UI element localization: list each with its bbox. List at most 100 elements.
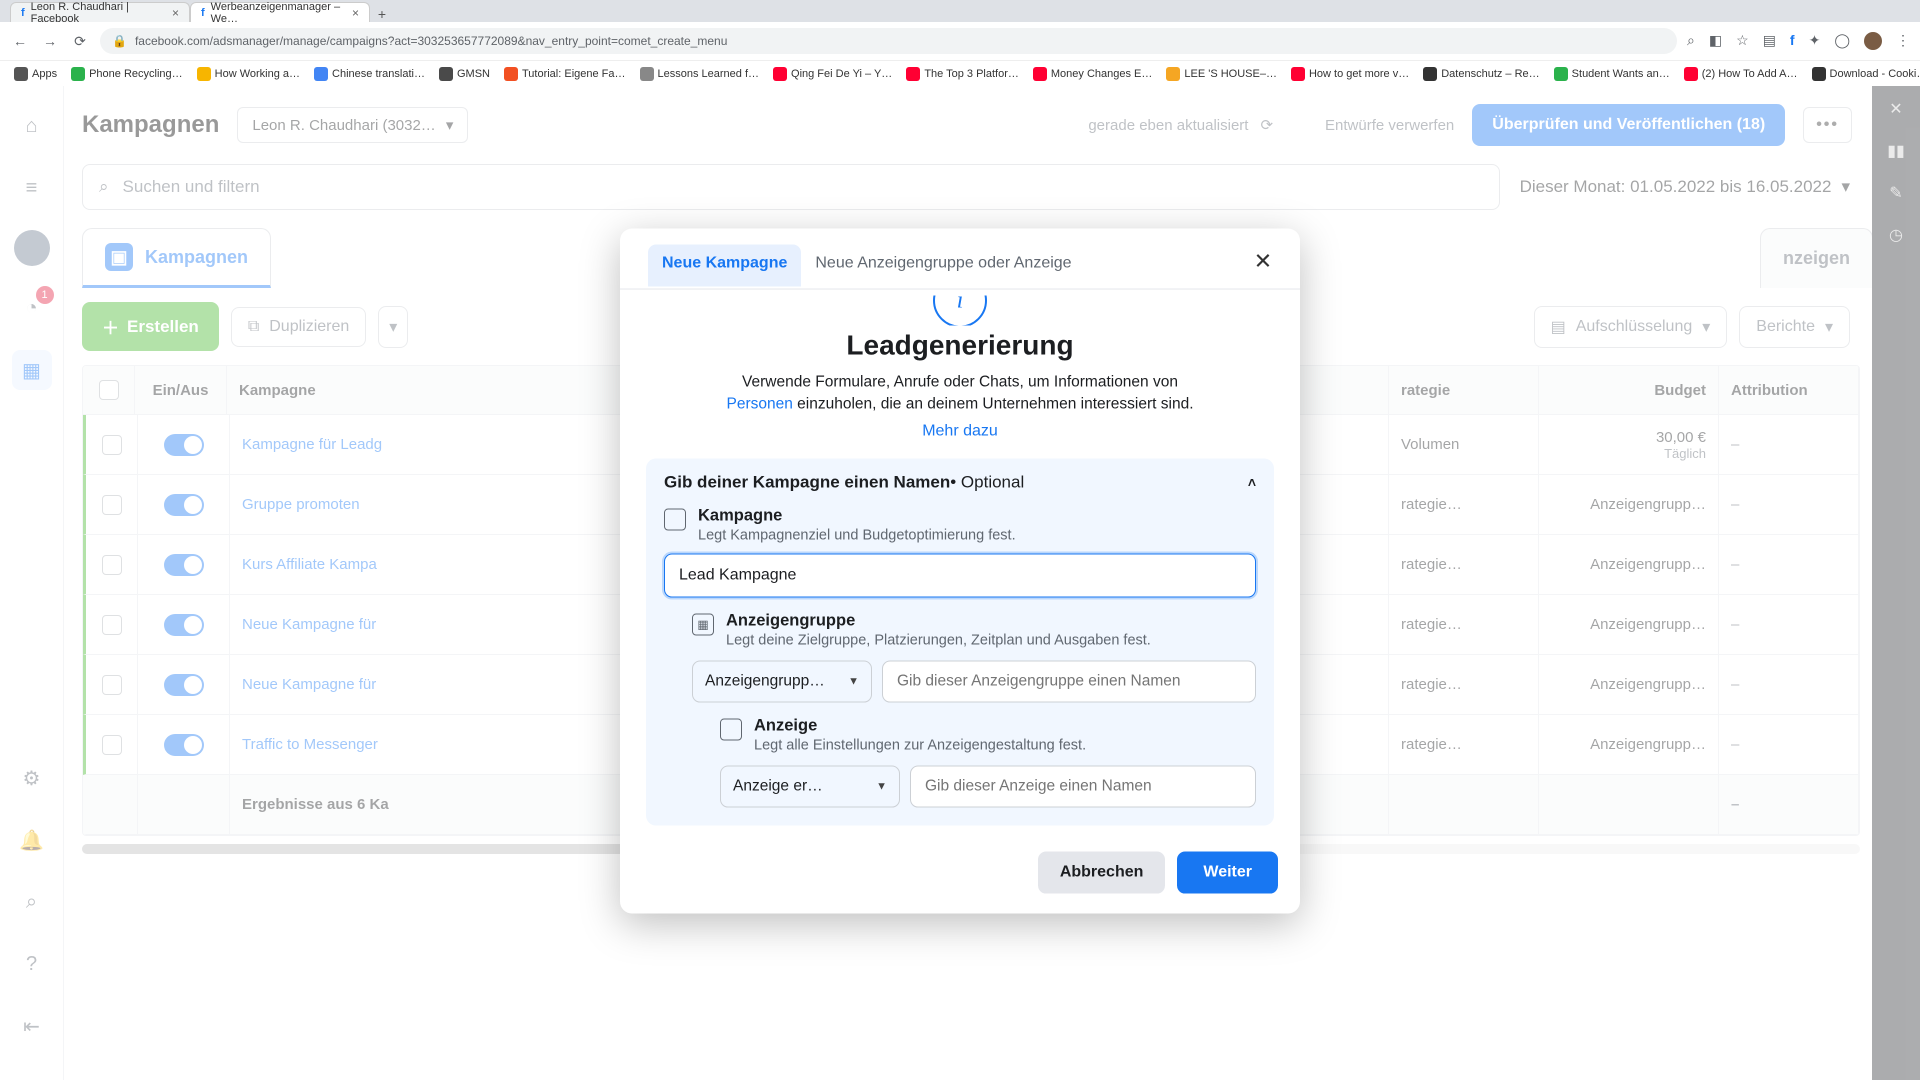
panel-title: Gib deiner Kampagne einen Namen bbox=[664, 472, 950, 492]
browser-tab[interactable]: f Leon R. Chaudhari | Facebook × bbox=[10, 2, 190, 22]
avatar-icon[interactable] bbox=[1864, 32, 1882, 50]
favicon bbox=[1684, 67, 1698, 81]
favicon bbox=[14, 67, 28, 81]
square-icon bbox=[720, 718, 742, 740]
bookmark-label: Qing Fei De Yi – Y… bbox=[791, 68, 892, 80]
bookmark-item[interactable]: How to get more v… bbox=[1291, 67, 1409, 81]
favicon bbox=[71, 67, 85, 81]
bookmark-item[interactable]: Student Wants an… bbox=[1554, 67, 1670, 81]
ad-select[interactable]: Anzeige er… ▼ bbox=[720, 765, 900, 807]
bookmark-item[interactable]: GMSN bbox=[439, 67, 490, 81]
section-title: Kampagne bbox=[698, 506, 1016, 525]
ad-section: Anzeige Legt alle Einstellungen zur Anze… bbox=[664, 716, 1256, 807]
facebook-icon: f bbox=[21, 7, 25, 19]
naming-panel: Gib deiner Kampagne einen Namen • Option… bbox=[646, 458, 1274, 825]
facebook-icon[interactable]: f bbox=[1790, 32, 1795, 50]
bookmark-item[interactable]: (2) How To Add A… bbox=[1684, 67, 1798, 81]
favicon bbox=[906, 67, 920, 81]
section-title: Anzeige bbox=[754, 716, 1086, 735]
bookmark-item[interactable]: Qing Fei De Yi – Y… bbox=[773, 67, 892, 81]
select-value: Anzeige er… bbox=[733, 777, 823, 795]
new-tab-button[interactable]: + bbox=[370, 6, 394, 22]
cancel-button[interactable]: Abbrechen bbox=[1038, 851, 1166, 893]
favicon bbox=[197, 67, 211, 81]
favicon bbox=[504, 67, 518, 81]
bookmark-label: Lessons Learned f… bbox=[658, 68, 760, 80]
folder-icon bbox=[664, 508, 686, 530]
modal-tab-new-adset[interactable]: Neue Anzeigengruppe oder Anzeige bbox=[801, 245, 1085, 287]
campaign-name-input[interactable] bbox=[664, 553, 1256, 597]
modal-description: Verwende Formulare, Anrufe oder Chats, u… bbox=[646, 372, 1274, 417]
favicon bbox=[439, 67, 453, 81]
bookmark-item[interactable]: Download - Cooki… bbox=[1812, 67, 1920, 81]
browser-action-icons: ⌕ ◧ ☆ ▤ f ✦ ◯ ⋮ bbox=[1687, 32, 1910, 50]
bookmark-item[interactable]: Lessons Learned f… bbox=[640, 67, 760, 81]
browser-tab-row: f Leon R. Chaudhari | Facebook × f Werbe… bbox=[0, 0, 1920, 22]
chevron-up-icon: ˄ bbox=[1248, 474, 1256, 490]
bookmark-label: Download - Cooki… bbox=[1830, 68, 1920, 80]
close-icon[interactable]: × bbox=[172, 6, 179, 20]
lock-icon: 🔒 bbox=[112, 34, 127, 48]
address-bar[interactable]: 🔒 facebook.com/adsmanager/manage/campaig… bbox=[100, 28, 1677, 54]
tab-title: Leon R. Chaudhari | Facebook bbox=[31, 1, 166, 25]
favicon bbox=[1033, 67, 1047, 81]
extension-icon[interactable]: ▤ bbox=[1763, 32, 1776, 50]
modal-title: Leadgenerierung bbox=[646, 330, 1274, 362]
bookmark-label: Chinese translati… bbox=[332, 68, 425, 80]
bookmark-label: LEE 'S HOUSE–… bbox=[1184, 68, 1277, 80]
section-subtitle: Legt Kampagnenziel und Budgetoptimierung… bbox=[698, 527, 1016, 543]
campaign-section: Kampagne Legt Kampagnenziel und Budgetop… bbox=[664, 506, 1256, 597]
new-campaign-modal: Neue Kampagne Neue Anzeigengruppe oder A… bbox=[620, 229, 1300, 914]
bookmark-label: GMSN bbox=[457, 68, 490, 80]
favicon bbox=[314, 67, 328, 81]
adset-select[interactable]: Anzeigengrupp… ▼ bbox=[692, 660, 872, 702]
back-icon[interactable]: ← bbox=[10, 33, 30, 49]
close-icon[interactable]: ✕ bbox=[1244, 243, 1282, 281]
adset-name-input[interactable] bbox=[882, 660, 1256, 702]
browser-tab[interactable]: f Werbeanzeigenmanager – We… × bbox=[190, 2, 370, 22]
menu-icon[interactable]: ⋮ bbox=[1896, 32, 1910, 50]
browser-toolbar: ← → ⟳ 🔒 facebook.com/adsmanager/manage/c… bbox=[0, 22, 1920, 60]
info-icon: i bbox=[933, 296, 987, 326]
panel-header[interactable]: Gib deiner Kampagne einen Namen • Option… bbox=[664, 472, 1256, 492]
bookmark-item[interactable]: LEE 'S HOUSE–… bbox=[1166, 67, 1277, 81]
favicon bbox=[1812, 67, 1826, 81]
extension-icon[interactable]: ◯ bbox=[1834, 32, 1850, 50]
bookmark-item[interactable]: Tutorial: Eigene Fa… bbox=[504, 67, 626, 81]
puzzle-icon[interactable]: ✦ bbox=[1809, 32, 1821, 50]
extension-icon[interactable]: ◧ bbox=[1709, 32, 1722, 50]
grid-icon: ▦ bbox=[692, 613, 714, 635]
bookmark-item[interactable]: Money Changes E… bbox=[1033, 67, 1153, 81]
star-icon[interactable]: ☆ bbox=[1736, 32, 1749, 50]
tab-title: Werbeanzeigenmanager – We… bbox=[211, 1, 346, 25]
learn-more-link[interactable]: Mehr dazu bbox=[646, 422, 1274, 440]
search-icon[interactable]: ⌕ bbox=[1687, 32, 1695, 50]
bookmark-label: Apps bbox=[32, 68, 57, 80]
adset-section: ▦ Anzeigengruppe Legt deine Zielgruppe, … bbox=[664, 611, 1256, 702]
browser-chrome: f Leon R. Chaudhari | Facebook × f Werbe… bbox=[0, 0, 1920, 60]
ad-name-input[interactable] bbox=[910, 765, 1256, 807]
bookmark-label: (2) How To Add A… bbox=[1702, 68, 1798, 80]
bookmark-item[interactable]: How Working a… bbox=[197, 67, 300, 81]
favicon bbox=[773, 67, 787, 81]
desc-line: einzuholen, die an deinem Unternehmen in… bbox=[793, 396, 1194, 413]
bookmark-item[interactable]: Phone Recycling… bbox=[71, 67, 183, 81]
section-subtitle: Legt deine Zielgruppe, Platzierungen, Ze… bbox=[726, 632, 1151, 648]
forward-icon[interactable]: → bbox=[40, 33, 60, 49]
close-icon[interactable]: × bbox=[352, 6, 359, 20]
chevron-down-icon: ▼ bbox=[876, 780, 887, 792]
favicon bbox=[640, 67, 654, 81]
bookmark-item[interactable]: Chinese translati… bbox=[314, 67, 425, 81]
favicon bbox=[1166, 67, 1180, 81]
bookmark-item[interactable]: Apps bbox=[14, 67, 57, 81]
next-button[interactable]: Weiter bbox=[1177, 851, 1278, 893]
select-value: Anzeigengrupp… bbox=[705, 672, 825, 690]
url-text: facebook.com/adsmanager/manage/campaigns… bbox=[135, 34, 727, 48]
bookmark-item[interactable]: The Top 3 Platfor… bbox=[906, 67, 1019, 81]
panel-optional: • Optional bbox=[950, 472, 1024, 492]
reload-icon[interactable]: ⟳ bbox=[70, 33, 90, 50]
bookmark-item[interactable]: Datenschutz – Re… bbox=[1423, 67, 1539, 81]
bookmark-label: The Top 3 Platfor… bbox=[924, 68, 1019, 80]
modal-tab-new-campaign[interactable]: Neue Kampagne bbox=[648, 245, 801, 287]
bookmark-label: How Working a… bbox=[215, 68, 300, 80]
